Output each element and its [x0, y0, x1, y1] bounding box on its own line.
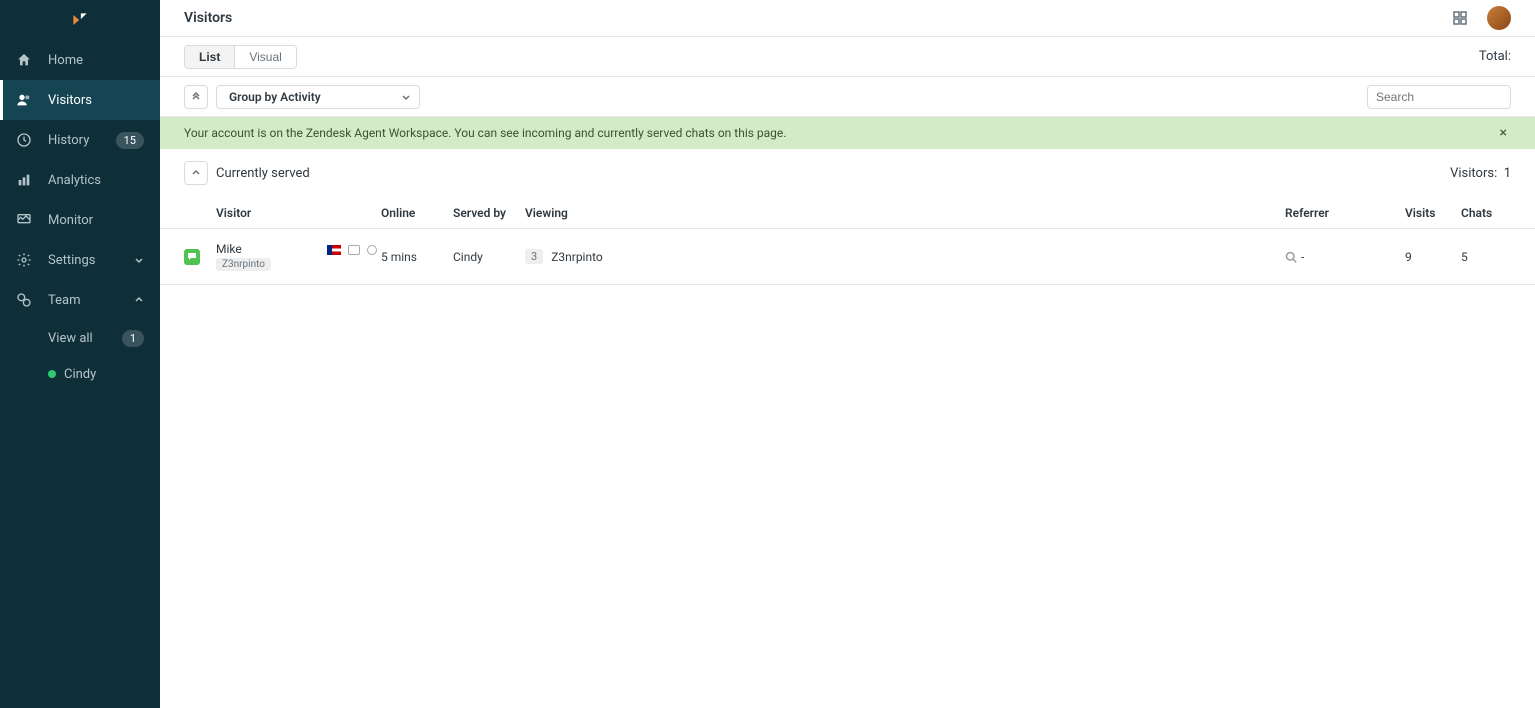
col-served: Served by — [453, 206, 525, 220]
cell-referrer: - — [1301, 250, 1304, 264]
nav-label: Team — [48, 293, 134, 308]
cell-served-by: Cindy — [453, 250, 525, 264]
team-icon — [16, 292, 32, 308]
chat-active-icon — [184, 249, 200, 265]
view-mode-list[interactable]: List — [185, 46, 234, 68]
section-visitors-label: Visitors: — [1450, 166, 1497, 181]
col-referrer: Referrer — [1285, 206, 1405, 220]
toolbar: Group by Activity — [160, 77, 1535, 117]
sidebar-item-analytics[interactable]: Analytics — [0, 160, 160, 200]
search-icon — [1285, 251, 1297, 263]
nav-label: Home — [48, 53, 144, 68]
chevron-up-icon — [134, 295, 144, 305]
col-online: Online — [381, 206, 453, 220]
sidebar-item-visitors[interactable]: Visitors — [0, 80, 160, 120]
banner-close-button[interactable]: × — [1496, 125, 1511, 141]
nav-label: Analytics — [48, 173, 144, 188]
country-flag-icon — [327, 245, 341, 255]
home-icon — [16, 52, 32, 68]
workspace-banner: Your account is on the Zendesk Agent Wor… — [160, 117, 1535, 149]
viewing-page: Z3nrpinto — [551, 250, 603, 264]
page-title: Visitors — [184, 10, 232, 26]
search-input[interactable] — [1367, 85, 1511, 109]
team-subitem-agent[interactable]: Cindy — [0, 356, 160, 392]
browser-icon — [367, 245, 377, 255]
apps-icon[interactable] — [1453, 11, 1467, 25]
col-visits: Visits — [1405, 206, 1461, 220]
section-collapse-button[interactable] — [184, 161, 208, 185]
visitors-icon — [16, 92, 32, 108]
sidebar-item-history[interactable]: History 15 — [0, 120, 160, 160]
table-header: Visitor Online Served by Viewing Referre… — [160, 197, 1535, 229]
monitor-icon — [16, 212, 32, 228]
viewing-count-badge: 3 — [525, 249, 543, 264]
section-title: Currently served — [216, 166, 310, 181]
nav-label: Monitor — [48, 213, 144, 228]
table-row[interactable]: Mike Z3nrpinto 5 mins Cindy 3 Z3nrpinto — [160, 229, 1535, 285]
chevron-down-icon — [401, 92, 411, 102]
sidebar-item-settings[interactable]: Settings — [0, 240, 160, 280]
sub-label: View all — [48, 331, 93, 346]
sub-label: Cindy — [64, 367, 96, 382]
online-status-dot — [48, 370, 56, 378]
nav-label: Settings — [48, 253, 134, 268]
visitor-name: Mike — [216, 242, 242, 256]
device-icon — [348, 245, 360, 255]
view-all-badge: 1 — [122, 330, 144, 347]
visitors-table: Visitor Online Served by Viewing Referre… — [160, 197, 1535, 285]
history-badge: 15 — [116, 132, 144, 149]
visitor-accent: Z3nrpinto — [216, 258, 271, 271]
product-logo — [0, 0, 160, 40]
page-header: Visitors — [160, 0, 1535, 37]
sidebar-item-monitor[interactable]: Monitor — [0, 200, 160, 240]
view-mode-toggle: List Visual — [184, 45, 297, 69]
user-avatar[interactable] — [1487, 6, 1511, 30]
col-chats: Chats — [1461, 206, 1511, 220]
cell-chats: 5 — [1461, 250, 1511, 264]
view-mode-visual[interactable]: Visual — [234, 46, 295, 68]
sidebar: Home Visitors History 15 Analytics Monit… — [0, 0, 160, 708]
section-header: Currently served Visitors: 1 — [160, 149, 1535, 197]
cell-online: 5 mins — [381, 250, 453, 264]
team-subitem-view-all[interactable]: View all 1 — [0, 320, 160, 356]
section-visitors-count: 1 — [1504, 166, 1511, 181]
gear-icon — [16, 252, 32, 268]
col-viewing: Viewing — [525, 206, 1285, 220]
nav-label: Visitors — [48, 93, 144, 108]
nav-label: History — [48, 133, 116, 148]
col-visitor: Visitor — [216, 206, 381, 220]
cell-visits: 9 — [1405, 250, 1461, 264]
sidebar-item-team[interactable]: Team — [0, 280, 160, 320]
total-count: Total: — [1479, 49, 1511, 64]
banner-text: Your account is on the Zendesk Agent Wor… — [184, 126, 786, 140]
subheader: List Visual Total: — [160, 37, 1535, 77]
group-by-label: Group by Activity — [229, 90, 321, 104]
main-content: Visitors List Visual Total: Group by Act… — [160, 0, 1535, 708]
collapse-all-button[interactable] — [184, 85, 208, 109]
sidebar-item-home[interactable]: Home — [0, 40, 160, 80]
analytics-icon — [16, 172, 32, 188]
chevron-down-icon — [134, 255, 144, 265]
group-by-select[interactable]: Group by Activity — [216, 85, 420, 109]
history-icon — [16, 132, 32, 148]
